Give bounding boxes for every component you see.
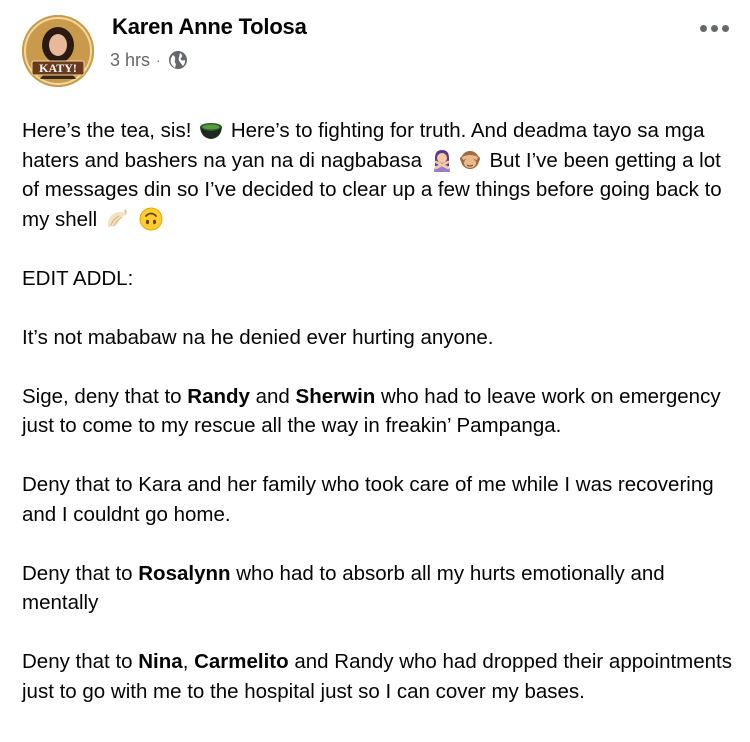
avatar-image: KATY! — [22, 15, 94, 87]
post-meta: 3 hrs · — [110, 48, 189, 72]
mention-nina: Nina — [138, 650, 183, 673]
tea-bowl-emoji — [199, 118, 223, 142]
mention-sherwin: Sherwin — [295, 384, 376, 408]
mention-rosalynn: Rosalynn — [138, 561, 231, 585]
upside-down-face-emoji — [139, 207, 163, 231]
post-body: Here’s the tea, sis! Here’s to fighting … — [22, 116, 734, 736]
woman-gesturing-no-emoji — [430, 148, 454, 172]
post-timestamp[interactable]: 3 hrs — [110, 50, 150, 71]
shell-emoji — [105, 207, 129, 231]
mention-carmelito: Carmelito — [194, 650, 289, 673]
post-paragraph: Here’s the tea, sis! Here’s to fighting … — [22, 118, 722, 231]
author-avatar[interactable]: KATY! — [22, 15, 94, 87]
mention-randy: Randy — [187, 384, 250, 408]
post-paragraph: Deny that to Rosalynn who had to absorb … — [22, 561, 665, 615]
see-no-evil-monkey-emoji — [458, 148, 482, 172]
post-paragraph: EDIT ADDL: — [22, 266, 134, 290]
post-paragraph: It’s not mababaw na he denied ever hurti… — [22, 325, 494, 349]
post-paragraph: Sige, deny that to Randy and Sherwin who… — [22, 384, 721, 438]
post-header: KATY! Karen Anne Tolosa 3 hrs · — [0, 0, 750, 100]
meta-separator: · — [156, 52, 161, 68]
avatar-label: KATY! — [39, 61, 77, 75]
author-name[interactable]: Karen Anne Tolosa — [112, 14, 307, 40]
globe-icon[interactable] — [167, 49, 189, 71]
post-paragraph: Deny that to Nina, Carmelito and Randy w… — [22, 650, 732, 703]
more-options-icon[interactable] — [694, 10, 734, 46]
post-paragraph: Deny that to Kara and her family who too… — [22, 473, 714, 526]
